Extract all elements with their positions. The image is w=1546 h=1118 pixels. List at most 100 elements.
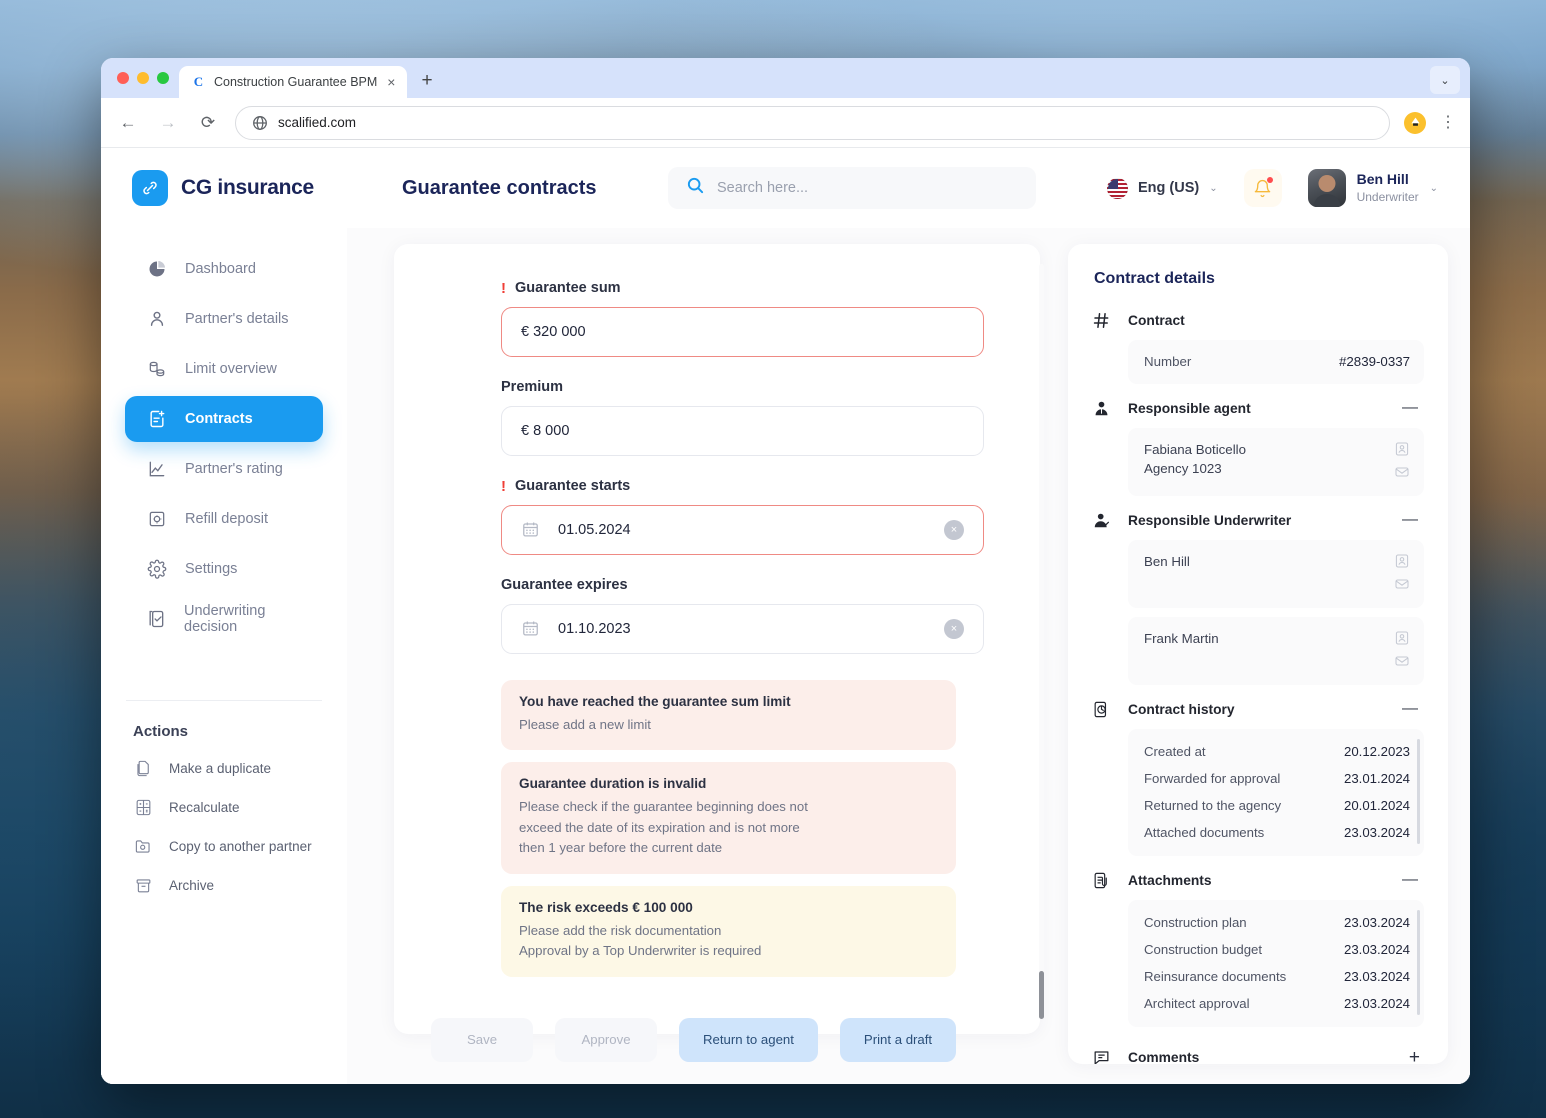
search-box[interactable] xyxy=(668,167,1036,209)
save-button[interactable]: Save xyxy=(431,1017,533,1062)
add-comment-icon[interactable]: + xyxy=(1409,1048,1424,1065)
close-window-button[interactable] xyxy=(117,72,129,84)
clear-date-icon[interactable]: × xyxy=(944,619,964,639)
contact-card-icon[interactable] xyxy=(1394,630,1410,646)
browser-tab[interactable]: C Construction Guarantee BPM × xyxy=(179,66,408,98)
brand[interactable]: CG insurance xyxy=(132,170,402,206)
attachments-scrollbar[interactable] xyxy=(1417,910,1420,1015)
section-attachments: Attachments — Construction plan 23.03.20… xyxy=(1090,860,1424,1027)
sidebar-item-dashboard[interactable]: Dashboard xyxy=(125,246,323,292)
attachment-label: Architect approval xyxy=(1144,996,1250,1011)
contract-form: ! Guarantee sum € 320 000 Premium € 8 00… xyxy=(394,280,1040,977)
collapse-toggle-icon[interactable]: — xyxy=(1402,512,1424,528)
sidebar-item-label: Partner's details xyxy=(185,311,289,327)
new-tab-icon[interactable]: + xyxy=(421,71,432,90)
extension-icon[interactable] xyxy=(1404,111,1426,134)
action-copy-to-another-partner[interactable]: Copy to another partner xyxy=(125,827,323,866)
section-header[interactable]: Comments + xyxy=(1090,1037,1424,1064)
underwriter-icon xyxy=(1090,509,1112,531)
person-contact-icons xyxy=(1394,441,1410,480)
section-header[interactable]: Responsible agent — xyxy=(1090,388,1424,428)
collapse-toggle-icon[interactable]: — xyxy=(1402,701,1424,717)
guarantee-expires-input[interactable]: 01.10.2023 × xyxy=(501,604,984,654)
collapse-toggle-icon[interactable]: — xyxy=(1402,872,1424,888)
history-row: Forwarded for approval 23.01.2024 xyxy=(1144,765,1410,792)
forward-button[interactable]: → xyxy=(155,113,181,133)
section-title: Contract xyxy=(1128,312,1185,328)
app-body: Dashboard Partner's details Limit overvi… xyxy=(101,228,1470,1084)
sidebar-item-settings[interactable]: Settings xyxy=(125,546,323,592)
validation-alerts: You have reached the guarantee sum limit… xyxy=(501,680,984,977)
sidebar-item-label: Settings xyxy=(185,561,238,577)
close-tab-icon[interactable]: × xyxy=(385,73,397,91)
gear-icon xyxy=(146,559,167,580)
archive-icon xyxy=(133,876,153,896)
alert-risk-exceeds: The risk exceeds € 100 000 Please add th… xyxy=(501,885,956,977)
search-input[interactable] xyxy=(717,180,1018,196)
tab-list-chevron-icon[interactable]: ⌄ xyxy=(1430,66,1460,94)
alert-title: Guarantee duration is invalid xyxy=(519,776,707,792)
attachment-row[interactable]: Construction plan 23.03.2024 xyxy=(1144,909,1410,936)
alert-title: You have reached the guarantee sum limit xyxy=(519,694,791,709)
language-selector[interactable]: Eng (US) ⌄ xyxy=(1106,177,1218,199)
sidebar-item-limit-overview[interactable]: Limit overview xyxy=(125,346,323,392)
sidebar-item-refill-deposit[interactable]: Refill deposit xyxy=(125,496,323,542)
action-make-a-duplicate[interactable]: Make a duplicate xyxy=(125,749,323,788)
form-scrollbar-thumb[interactable] xyxy=(1039,971,1044,1019)
sidebar-item-contracts[interactable]: Contracts xyxy=(125,396,323,442)
attachment-date: 23.03.2024 xyxy=(1343,942,1410,957)
collapse-toggle-icon[interactable]: — xyxy=(1402,400,1424,416)
person-contact-icons xyxy=(1394,553,1410,592)
section-header[interactable]: Responsible Underwriter — xyxy=(1090,500,1424,540)
attachment-row[interactable]: Architect approval 23.03.2024 xyxy=(1144,990,1410,1017)
attachment-date: 23.03.2024 xyxy=(1343,969,1410,984)
action-recalculate[interactable]: Recalculate xyxy=(125,788,323,827)
back-button[interactable]: ← xyxy=(115,113,141,133)
attachment-row[interactable]: Reinsurance documents 23.03.2024 xyxy=(1144,963,1410,990)
line-chart-icon xyxy=(146,459,167,480)
person-row: Ben Hill xyxy=(1144,549,1410,598)
section-header[interactable]: Contract history — xyxy=(1090,689,1424,729)
return-to-agent-button[interactable]: Return to agent xyxy=(679,1017,818,1062)
section-title: Comments xyxy=(1128,1049,1200,1065)
sidebar-item-underwriting-decision[interactable]: Underwriting decision xyxy=(125,596,323,642)
contact-card-icon[interactable] xyxy=(1394,553,1410,569)
main-content: ! Guarantee sum € 320 000 Premium € 8 00… xyxy=(347,228,1470,1084)
browser-menu-icon[interactable]: ⋮ xyxy=(1440,115,1456,130)
clear-date-icon[interactable]: × xyxy=(944,520,964,540)
calendar-icon[interactable] xyxy=(521,619,541,639)
user-menu[interactable]: Ben Hill Underwriter ⌄ xyxy=(1307,169,1438,207)
address-bar-url: scalified.com xyxy=(278,115,357,130)
sidebar-item-partners-rating[interactable]: Partner's rating xyxy=(125,446,323,492)
approve-button[interactable]: Approve xyxy=(555,1017,657,1062)
email-icon[interactable] xyxy=(1394,464,1410,480)
history-scrollbar[interactable] xyxy=(1417,739,1420,844)
actions-title: Actions xyxy=(133,723,189,740)
attachment-row[interactable]: Construction budget 23.03.2024 xyxy=(1144,936,1410,963)
field-label-text: Guarantee starts xyxy=(515,478,631,494)
calendar-icon[interactable] xyxy=(521,520,541,540)
attachment-doc-icon xyxy=(1090,869,1112,891)
attachment-date: 23.03.2024 xyxy=(1343,915,1410,930)
section-header[interactable]: Contract xyxy=(1090,300,1424,340)
user-name: Ben Hill xyxy=(1356,171,1409,188)
premium-input[interactable]: € 8 000 xyxy=(501,406,984,456)
minimize-window-button[interactable] xyxy=(137,72,149,84)
address-bar[interactable]: scalified.com xyxy=(235,105,1390,140)
email-icon[interactable] xyxy=(1394,576,1410,592)
print-a-draft-button[interactable]: Print a draft xyxy=(839,1017,957,1062)
actions-section: Actions Make a duplicate Recalculate Cop… xyxy=(101,701,347,905)
guarantee-starts-input[interactable]: 01.05.2024 × xyxy=(501,505,984,555)
agent-icon xyxy=(1090,397,1112,419)
form-scrollbar[interactable] xyxy=(1039,264,1044,1019)
contact-card-icon[interactable] xyxy=(1394,441,1410,457)
reload-button[interactable]: ⟳ xyxy=(195,113,221,133)
maximize-window-button[interactable] xyxy=(157,72,169,84)
sidebar-item-partners-details[interactable]: Partner's details xyxy=(125,296,323,342)
action-archive[interactable]: Archive xyxy=(125,866,323,905)
guarantee-sum-input[interactable]: € 320 000 xyxy=(501,307,984,357)
email-icon[interactable] xyxy=(1394,653,1410,669)
browser-window: C Construction Guarantee BPM × + ⌄ ← → ⟳… xyxy=(101,58,1470,1084)
section-header[interactable]: Attachments — xyxy=(1090,860,1424,900)
notifications-button[interactable] xyxy=(1243,169,1282,207)
